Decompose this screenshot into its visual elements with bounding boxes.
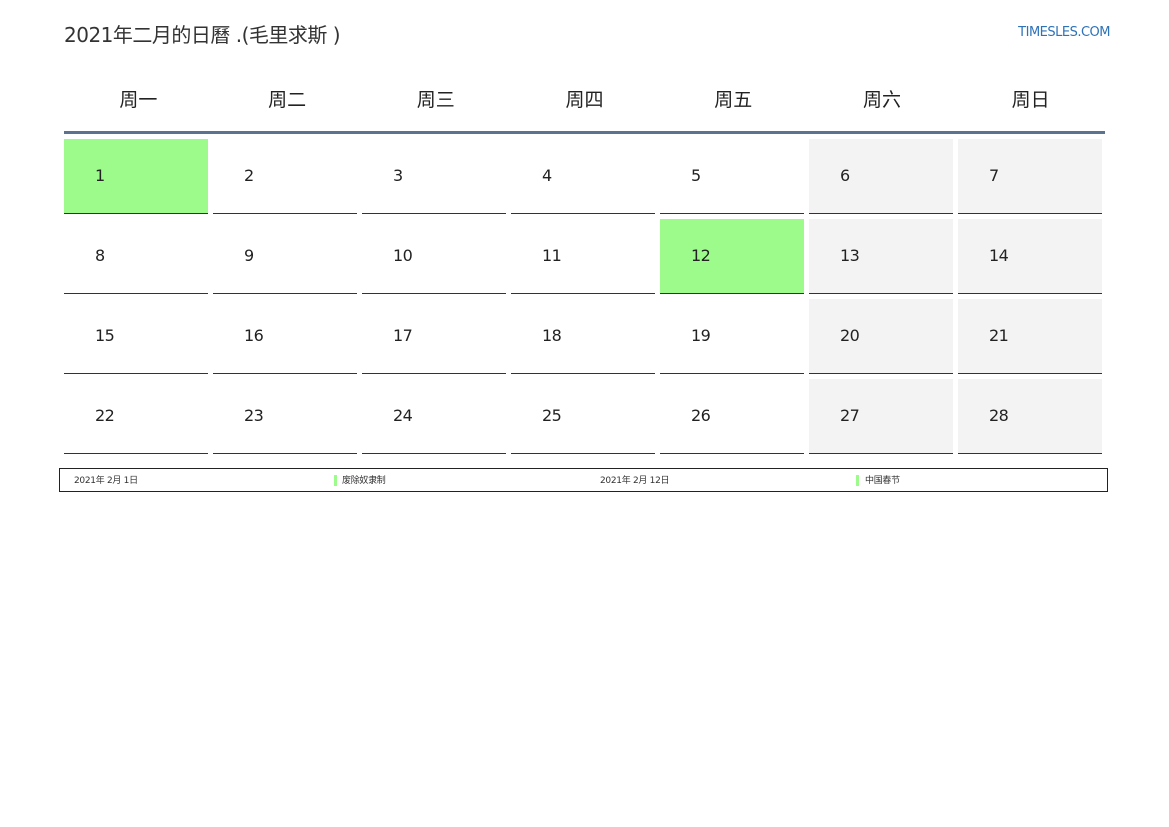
weekday-wednesday: 周三 <box>416 89 455 111</box>
weekday-tuesday: 周二 <box>268 89 307 111</box>
day-number: 19 <box>691 326 711 345</box>
day-cell: 19 <box>660 299 804 374</box>
day-number: 3 <box>393 166 403 185</box>
day-cell: 21 <box>958 299 1102 374</box>
weekday-sunday: 周日 <box>1011 89 1050 111</box>
holiday-day-cell: 12 <box>660 219 804 294</box>
day-cell: 20 <box>809 299 953 374</box>
day-cell: 4 <box>511 139 655 214</box>
day-number: 1 <box>95 166 105 185</box>
day-number: 18 <box>542 326 562 345</box>
day-number: 13 <box>840 246 860 265</box>
page-title: 2021年二月的日曆 .(毛里求斯 ) <box>64 23 341 47</box>
weekday-header-row: 周一 周二 周三 周四 周五 周六 周日 <box>64 82 1105 118</box>
day-number: 25 <box>542 406 562 425</box>
day-number: 12 <box>691 246 711 265</box>
day-number: 27 <box>840 406 860 425</box>
day-number: 15 <box>95 326 115 345</box>
day-cell: 6 <box>809 139 953 214</box>
day-cell: 25 <box>511 379 655 454</box>
holiday-marker <box>334 475 337 486</box>
day-cell: 7 <box>958 139 1102 214</box>
site-link[interactable]: TIMESLES.COM <box>1018 25 1110 40</box>
day-number: 10 <box>393 246 413 265</box>
day-cell: 17 <box>362 299 506 374</box>
day-cell: 15 <box>64 299 208 374</box>
holiday-day-cell: 1 <box>64 139 208 214</box>
day-cell: 26 <box>660 379 804 454</box>
day-number: 23 <box>244 406 264 425</box>
day-cell: 2 <box>213 139 357 214</box>
day-cell: 3 <box>362 139 506 214</box>
day-cell: 23 <box>213 379 357 454</box>
day-number: 8 <box>95 246 105 265</box>
day-cell: 24 <box>362 379 506 454</box>
day-cell: 13 <box>809 219 953 294</box>
day-number: 26 <box>691 406 711 425</box>
day-cell: 16 <box>213 299 357 374</box>
day-number: 28 <box>989 406 1009 425</box>
calendar-page: 2021年二月的日曆 .(毛里求斯 ) TIMESLES.COM 周一 周二 周… <box>0 0 1169 827</box>
legend-date: 2021年 2月 1日 <box>74 476 138 486</box>
day-number: 16 <box>244 326 264 345</box>
day-number: 4 <box>542 166 552 185</box>
day-cell: 10 <box>362 219 506 294</box>
holiday-legend: 2021年 2月 1日 废除奴隶制 2021年 2月 12日 中国春节 <box>59 468 1108 492</box>
day-number: 2 <box>244 166 254 185</box>
day-number: 17 <box>393 326 413 345</box>
legend-date: 2021年 2月 12日 <box>600 476 670 486</box>
weekday-saturday: 周六 <box>862 89 901 111</box>
day-number: 21 <box>989 326 1009 345</box>
holiday-marker <box>856 475 859 486</box>
day-number: 22 <box>95 406 115 425</box>
header-divider <box>64 131 1105 134</box>
day-number: 5 <box>691 166 701 185</box>
day-number: 14 <box>989 246 1009 265</box>
day-number: 11 <box>542 246 562 265</box>
day-cell: 22 <box>64 379 208 454</box>
calendar-grid: 1 2 3 4 5 6 7 8 9 10 11 12 13 14 15 16 17 18 19 20 21 22 23 24 2… <box>64 139 1106 454</box>
day-number: 7 <box>989 166 999 185</box>
day-cell: 14 <box>958 219 1102 294</box>
legend-holiday-name: 废除奴隶制 <box>342 476 386 486</box>
day-cell: 9 <box>213 219 357 294</box>
legend-holiday-name: 中国春节 <box>865 476 900 486</box>
day-cell: 5 <box>660 139 804 214</box>
weekday-thursday: 周四 <box>565 89 604 111</box>
day-number: 20 <box>840 326 860 345</box>
day-cell: 27 <box>809 379 953 454</box>
day-cell: 8 <box>64 219 208 294</box>
weekday-monday: 周一 <box>119 89 158 111</box>
day-cell: 18 <box>511 299 655 374</box>
day-number: 6 <box>840 166 850 185</box>
day-cell: 28 <box>958 379 1102 454</box>
day-number: 24 <box>393 406 413 425</box>
day-cell: 11 <box>511 219 655 294</box>
day-number: 9 <box>244 246 254 265</box>
weekday-friday: 周五 <box>714 89 753 111</box>
